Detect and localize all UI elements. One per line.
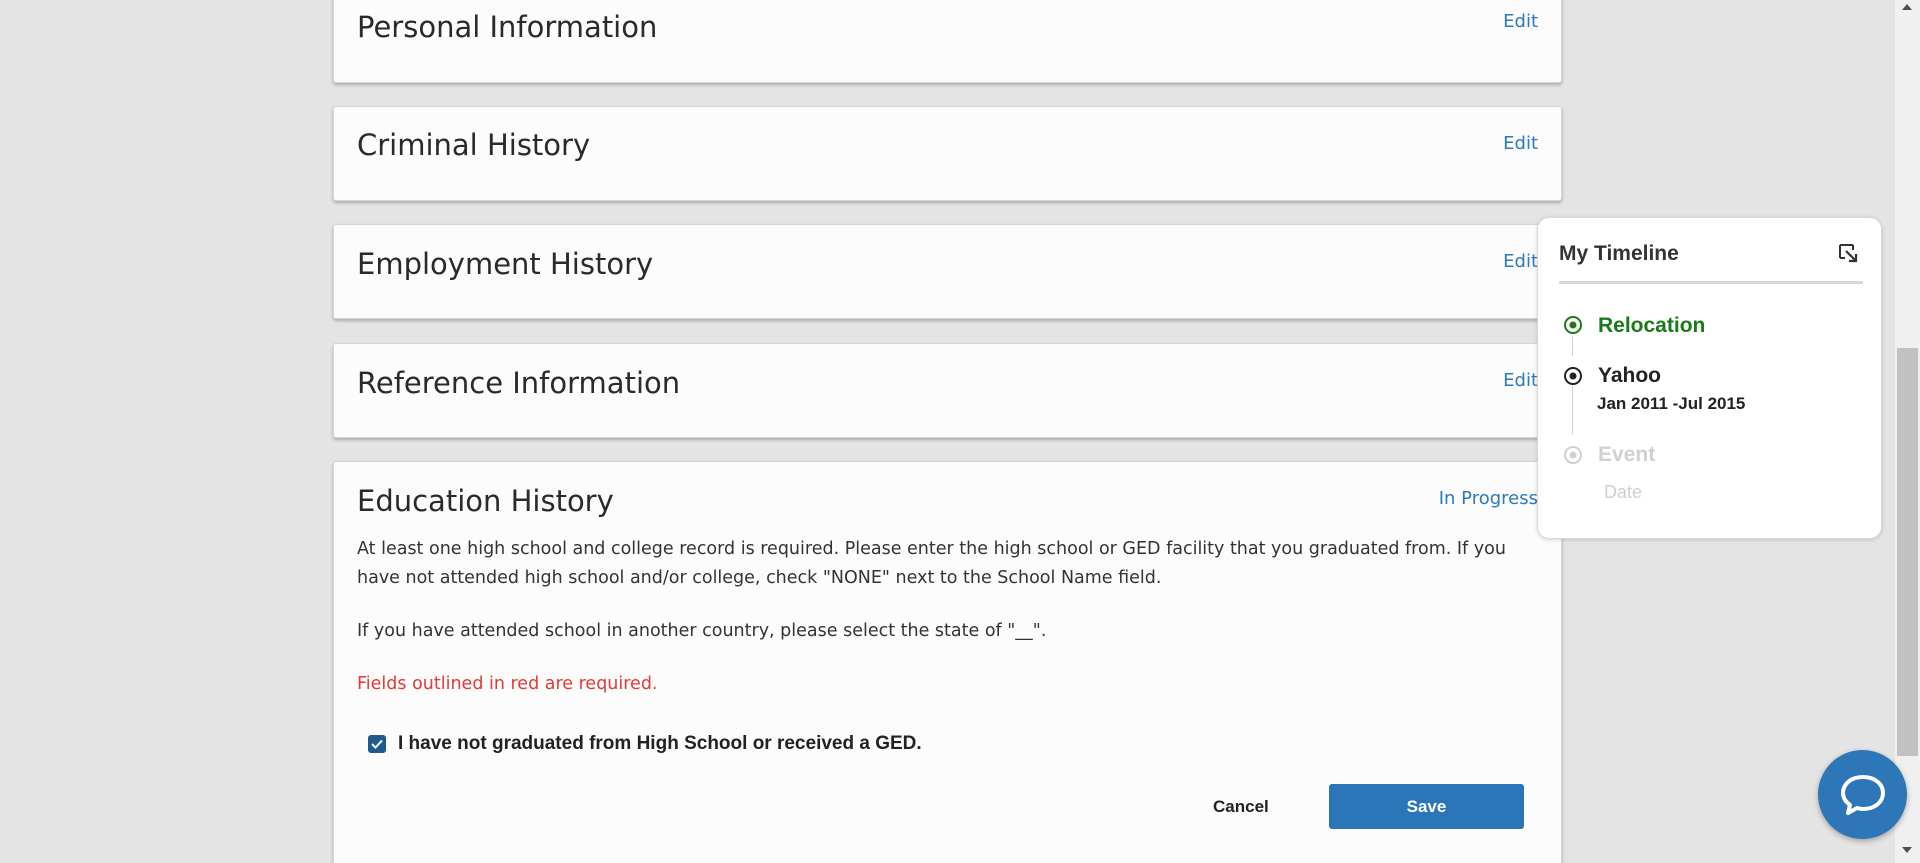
- timeline-connector: [1572, 336, 1573, 356]
- timeline-dot-icon: [1564, 446, 1582, 464]
- scroll-down-icon[interactable]: [1902, 847, 1912, 853]
- checkbox-label[interactable]: I have not graduated from High School or…: [398, 733, 922, 755]
- check-icon: [371, 739, 383, 749]
- timeline-dot-icon: [1564, 316, 1582, 334]
- timeline-item-date: Date: [1604, 482, 1643, 502]
- timeline-title: My Timeline: [1559, 242, 1679, 265]
- no-graduation-checkbox[interactable]: [368, 735, 386, 753]
- section-title: Education History: [357, 484, 614, 518]
- edit-link[interactable]: Edit: [1503, 11, 1538, 32]
- timeline-item-date: Jan 2011 -Jul 2015: [1597, 394, 1746, 413]
- section-employment-history: Employment History Edit: [333, 224, 1562, 319]
- scroll-thumb[interactable]: [1897, 348, 1918, 756]
- section-personal-information: Personal Information Edit: [333, 0, 1562, 83]
- chat-button[interactable]: [1818, 750, 1907, 839]
- section-title: Personal Information: [357, 10, 658, 44]
- section-education-history: Education History In Progress At least o…: [333, 461, 1562, 863]
- foreign-school-note: If you have attended school in another c…: [357, 621, 1047, 641]
- page-scrollbar[interactable]: [1895, 0, 1920, 863]
- section-title: Employment History: [357, 247, 654, 281]
- education-instructions: At least one high school and college rec…: [357, 539, 1506, 588]
- section-title: Reference Information: [357, 366, 681, 400]
- status-link[interactable]: In Progress: [1439, 488, 1538, 509]
- scroll-up-icon[interactable]: [1902, 4, 1912, 10]
- edit-link[interactable]: Edit: [1503, 133, 1538, 154]
- chat-icon: [1840, 774, 1885, 815]
- timeline-item-label: Relocation: [1598, 314, 1706, 337]
- timeline-panel: My Timeline Relocation Yahoo Jan 2011 -J…: [1537, 217, 1882, 539]
- edit-link[interactable]: Edit: [1503, 251, 1538, 272]
- timeline-item-label: Event: [1598, 443, 1656, 466]
- edit-link[interactable]: Edit: [1503, 370, 1538, 391]
- section-title: Criminal History: [357, 128, 591, 162]
- timeline-item-label: Yahoo: [1598, 364, 1662, 387]
- section-criminal-history: Criminal History Edit: [333, 106, 1562, 201]
- cancel-button[interactable]: Cancel: [1213, 784, 1269, 829]
- timeline-connector: [1572, 386, 1573, 434]
- required-fields-note: Fields outlined in red are required.: [357, 674, 658, 694]
- save-button[interactable]: Save: [1329, 784, 1524, 829]
- section-reference-information: Reference Information Edit: [333, 343, 1562, 438]
- expand-icon[interactable]: [1837, 242, 1859, 264]
- timeline-divider: [1559, 281, 1863, 284]
- no-graduation-checkbox-row[interactable]: I have not graduated from High School or…: [368, 733, 922, 755]
- timeline-dot-icon: [1564, 367, 1582, 385]
